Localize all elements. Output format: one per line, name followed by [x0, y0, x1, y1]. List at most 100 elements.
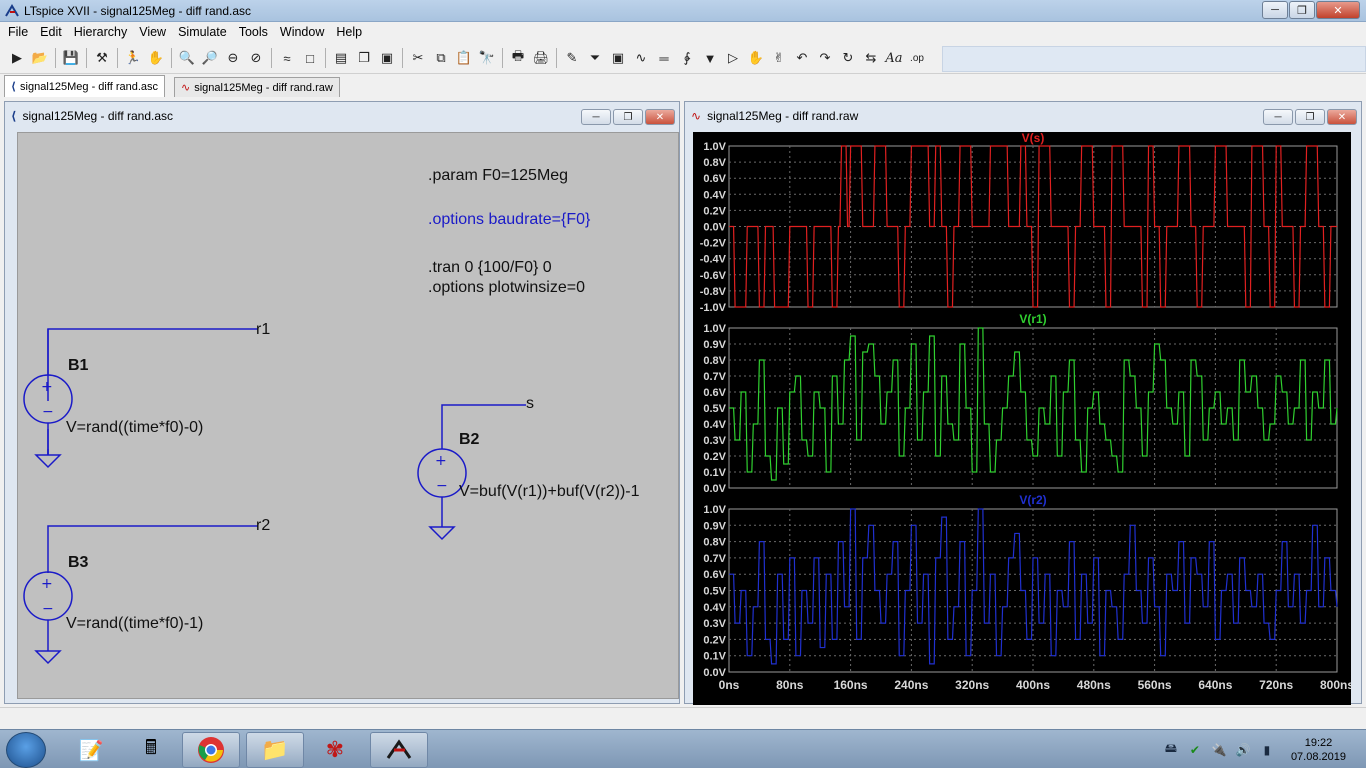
- maximize-button[interactable]: ❐: [1289, 1, 1315, 19]
- menu-edit[interactable]: Edit: [34, 25, 68, 39]
- trace-label: V(r1): [1019, 312, 1046, 326]
- b3-value[interactable]: V=rand((time*f0)-1): [66, 615, 203, 633]
- spice-directive-icon[interactable]: .op: [906, 47, 928, 69]
- b2-name[interactable]: B2: [459, 431, 479, 449]
- trace-label: V(r2): [1019, 493, 1046, 507]
- volume-icon[interactable]: 🔊: [1235, 742, 1251, 758]
- x-tick-label: 160ns: [834, 678, 868, 692]
- print-icon[interactable]: 🖨: [530, 47, 552, 69]
- options-baudrate-directive[interactable]: .options baudrate={F0}: [428, 211, 590, 229]
- schematic-window: ⟨ signal125Meg - diff rand.asc ─ ❐ ✕ + −: [4, 101, 680, 704]
- find-icon[interactable]: 🔭: [476, 47, 498, 69]
- menu-help[interactable]: Help: [330, 25, 368, 39]
- inductor-icon[interactable]: ∳: [676, 47, 698, 69]
- toolbar: ▶ 📂 💾 ⚒ 🏃 ✋ 🔍 🔎 ⊖ ⊘ ≈ □ ▤ ❐ ▣ ✂ ⧉ 📋 🔭 🖶 …: [0, 42, 1366, 74]
- fit-icon[interactable]: □: [299, 47, 321, 69]
- y-tick-label: 0.7V: [703, 553, 726, 565]
- shield-check-icon[interactable]: ✔: [1187, 742, 1203, 758]
- waveform-close-button[interactable]: ✕: [1327, 109, 1357, 125]
- close-all-icon[interactable]: ▣: [376, 47, 398, 69]
- file-explorer-icon[interactable]: 📁: [246, 732, 304, 768]
- label-net-icon[interactable]: ▣: [607, 47, 629, 69]
- tab-waveform[interactable]: ∿ signal125Meg - diff rand.raw: [174, 77, 340, 97]
- waveform-minimize-button[interactable]: ─: [1263, 109, 1293, 125]
- tran-directive[interactable]: .tran 0 {100/F0} 0: [428, 259, 552, 277]
- resistor-icon[interactable]: ∿: [630, 47, 652, 69]
- b1-name[interactable]: B1: [68, 357, 88, 375]
- menu-tools[interactable]: Tools: [233, 25, 274, 39]
- tab-schematic[interactable]: ⟨ signal125Meg - diff rand.asc: [4, 75, 166, 97]
- undo-icon[interactable]: ↶: [791, 47, 813, 69]
- ground-icon[interactable]: ⏷: [584, 47, 606, 69]
- power-icon[interactable]: 🔌: [1211, 742, 1227, 758]
- cascade-icon[interactable]: ❐: [353, 47, 375, 69]
- menu-file[interactable]: File: [2, 25, 34, 39]
- pan-icon[interactable]: 🔎: [199, 47, 221, 69]
- b2-value[interactable]: V=buf(V(r1))+buf(V(r2))-1: [459, 483, 640, 501]
- close-button[interactable]: ✕: [1316, 1, 1360, 19]
- schematic-canvas[interactable]: + − + − + − .param F0=125Meg .options ba…: [17, 132, 679, 699]
- minimize-button[interactable]: ─: [1262, 1, 1288, 19]
- menu-hierarchy[interactable]: Hierarchy: [68, 25, 134, 39]
- autorange-icon[interactable]: ≈: [276, 47, 298, 69]
- schematic-restore-button[interactable]: ❐: [613, 109, 643, 125]
- signal-icon[interactable]: ▮: [1259, 742, 1275, 758]
- y-tick-label: 0.5V: [703, 586, 726, 598]
- open-folder-icon[interactable]: 📂: [29, 47, 51, 69]
- net-label-r2[interactable]: r2: [256, 517, 270, 535]
- toolbar-separator: [402, 48, 403, 68]
- network-drive-icon[interactable]: 🖴: [1163, 741, 1179, 758]
- mirror-icon[interactable]: ⇆: [860, 47, 882, 69]
- rotate-icon[interactable]: ↻: [837, 47, 859, 69]
- save-icon[interactable]: 💾: [60, 47, 82, 69]
- app-red-icon[interactable]: ✾: [306, 732, 364, 768]
- tile-horizontal-icon[interactable]: ▤: [330, 47, 352, 69]
- menu-window[interactable]: Window: [274, 25, 330, 39]
- schematic-close-button[interactable]: ✕: [645, 109, 675, 125]
- text-icon[interactable]: Aa: [883, 47, 905, 69]
- trace-label: V(s): [1022, 132, 1045, 145]
- calculator-icon[interactable]: 🖩: [122, 732, 180, 768]
- menu-bar: File Edit Hierarchy View Simulate Tools …: [0, 22, 1366, 42]
- waveform-plots[interactable]: 1.0V 0.8V 0.6V 0.4V 0.2V 0.0V -0.2V -0.4V -0.6V -…: [693, 131, 1355, 705]
- clock[interactable]: 19:22 07.08.2019: [1291, 736, 1346, 764]
- move-icon[interactable]: ✋: [745, 47, 767, 69]
- copy-icon[interactable]: ⧉: [430, 47, 452, 69]
- ltspice-taskbar-icon[interactable]: [370, 732, 428, 768]
- options-plotwinsize-directive[interactable]: .options plotwinsize=0: [428, 279, 585, 297]
- halt-icon[interactable]: ✋: [145, 47, 167, 69]
- waveform-plot-area[interactable]: 1.0V 0.8V 0.6V 0.4V 0.2V 0.0V -0.2V -0.4V -0.6V -…: [693, 131, 1355, 705]
- drag-icon[interactable]: ✌: [768, 47, 790, 69]
- chrome-icon[interactable]: [182, 732, 240, 768]
- cut-icon[interactable]: ✂: [407, 47, 429, 69]
- b3-name[interactable]: B3: [68, 554, 88, 572]
- run-simulation-icon[interactable]: 🏃: [122, 47, 144, 69]
- print-preview-icon[interactable]: 🖶: [507, 47, 529, 69]
- zoom-cancel-icon[interactable]: ⊘: [245, 47, 267, 69]
- param-directive[interactable]: .param F0=125Meg: [428, 167, 568, 185]
- net-label-s[interactable]: s: [526, 395, 534, 413]
- start-button[interactable]: [6, 732, 46, 768]
- y-tick-label: 0.4V: [703, 602, 726, 614]
- redo-icon[interactable]: ↷: [814, 47, 836, 69]
- control-panel-icon[interactable]: ⚒: [91, 47, 113, 69]
- y-tick-label: 1.0V: [703, 141, 726, 153]
- schematic-minimize-button[interactable]: ─: [581, 109, 611, 125]
- zoom-out-icon[interactable]: ⊖: [222, 47, 244, 69]
- b1-value[interactable]: V=rand((time*f0)-0): [66, 419, 203, 437]
- menu-simulate[interactable]: Simulate: [172, 25, 233, 39]
- net-label-r1[interactable]: r1: [256, 321, 270, 339]
- run-icon[interactable]: ▶: [6, 47, 28, 69]
- diode-icon[interactable]: ▼: [699, 47, 721, 69]
- wire-icon[interactable]: ✎: [561, 47, 583, 69]
- tab-label: signal125Meg - diff rand.raw: [194, 81, 333, 94]
- paste-icon[interactable]: 📋: [453, 47, 475, 69]
- capacitor-icon[interactable]: ═: [653, 47, 675, 69]
- y-tick-label: -1.0V: [700, 302, 727, 314]
- component-icon[interactable]: ▷: [722, 47, 744, 69]
- waveform-restore-button[interactable]: ❐: [1295, 109, 1325, 125]
- explorer-pinned-icon[interactable]: 📝: [62, 732, 120, 768]
- zoom-in-icon[interactable]: 🔍: [176, 47, 198, 69]
- y-tick-label: 0.2V: [703, 205, 726, 217]
- menu-view[interactable]: View: [133, 25, 172, 39]
